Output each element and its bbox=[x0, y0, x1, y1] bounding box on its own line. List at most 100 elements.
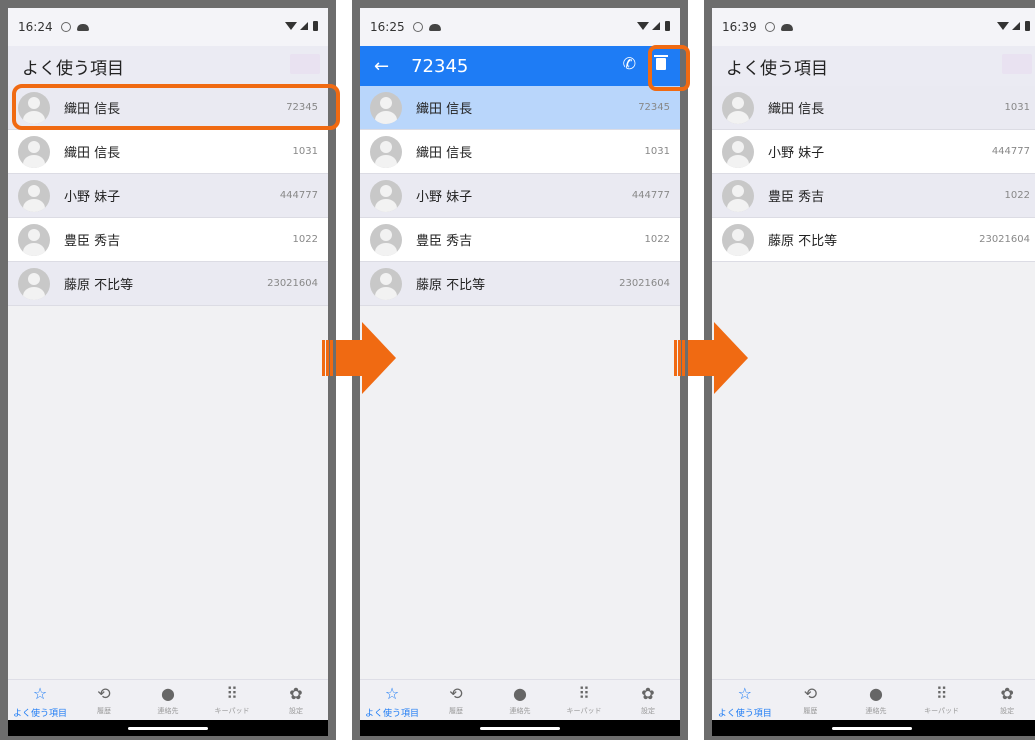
signal-icon bbox=[652, 22, 660, 30]
status-time: 16:25 bbox=[370, 20, 405, 34]
avatar-icon bbox=[722, 223, 754, 256]
favorite-row[interactable]: 藤原 不比等 23021604 bbox=[8, 262, 328, 306]
tab-history[interactable]: ⟲ 履歴 bbox=[424, 680, 488, 720]
tab-settings[interactable]: ✿ 設定 bbox=[974, 680, 1035, 720]
contact-name: 豊臣 秀吉 bbox=[416, 234, 473, 249]
avatar-icon bbox=[370, 267, 402, 300]
tab-contacts[interactable]: ● 連絡先 bbox=[488, 680, 552, 720]
tab-label: 設定 bbox=[289, 707, 303, 715]
home-gesture-handle[interactable] bbox=[128, 727, 208, 730]
favorite-row[interactable]: 織田 信長 1031 bbox=[8, 130, 328, 174]
contact-number: 1031 bbox=[644, 146, 670, 157]
favorite-row[interactable]: 藤原 不比等 23021604 bbox=[360, 262, 680, 306]
tab-contacts[interactable]: ● 連絡先 bbox=[136, 680, 200, 720]
battery-icon bbox=[665, 21, 670, 31]
favorite-row[interactable]: 小野 妹子 444777 bbox=[360, 174, 680, 218]
phone-icon[interactable]: ✆ bbox=[623, 54, 636, 73]
tab-label: 履歴 bbox=[449, 707, 463, 715]
tab-history[interactable]: ⟲ 履歴 bbox=[72, 680, 136, 720]
contact-name: 小野 妹子 bbox=[416, 190, 473, 205]
wifi-icon bbox=[997, 22, 1009, 30]
person-icon: ● bbox=[513, 684, 527, 703]
favorite-row[interactable]: 藤原 不比等 23021604 bbox=[712, 218, 1035, 262]
tab-label: キーパッド bbox=[214, 707, 250, 715]
dialpad-icon: ⠿ bbox=[935, 684, 948, 703]
tab-favorites[interactable]: ☆ よく使う項目 bbox=[8, 680, 72, 720]
avatar-icon bbox=[18, 223, 50, 256]
tab-settings[interactable]: ✿ 設定 bbox=[616, 680, 680, 720]
tab-favorites[interactable]: ☆ よく使う項目 bbox=[360, 680, 424, 720]
gear-icon: ✿ bbox=[1000, 684, 1014, 703]
back-arrow-icon[interactable]: ← bbox=[374, 56, 389, 77]
tab-contacts[interactable]: ● 連絡先 bbox=[843, 680, 909, 720]
gear-icon: ✿ bbox=[289, 684, 303, 703]
contact-number: 1031 bbox=[292, 146, 318, 157]
wifi-icon bbox=[637, 22, 649, 30]
avatar-icon bbox=[370, 91, 402, 124]
status-bar: 16:24 bbox=[8, 8, 328, 46]
page-header: よく使う項目 bbox=[8, 46, 328, 86]
notification-icon bbox=[60, 22, 71, 32]
favorite-row[interactable]: 織田 信長 1031 bbox=[360, 130, 680, 174]
favorite-row[interactable]: 小野 妹子 444777 bbox=[712, 130, 1035, 174]
tab-label: キーパッド bbox=[924, 707, 960, 715]
tab-label: 連絡先 bbox=[157, 707, 179, 715]
tab-label: よく使う項目 bbox=[717, 709, 772, 719]
favorite-row[interactable]: 豊臣 秀吉 1022 bbox=[712, 174, 1035, 218]
home-gesture-handle[interactable] bbox=[832, 727, 912, 730]
contact-number: 23021604 bbox=[267, 278, 318, 289]
star-icon: ☆ bbox=[737, 684, 752, 703]
notification-icon bbox=[764, 22, 775, 32]
tab-settings[interactable]: ✿ 設定 bbox=[264, 680, 328, 720]
star-icon: ☆ bbox=[384, 684, 400, 703]
favorite-row-selected[interactable]: 織田 信長 72345 bbox=[360, 86, 680, 130]
tab-label: 設定 bbox=[1000, 707, 1015, 715]
system-nav-bar bbox=[712, 720, 1035, 736]
avatar-icon bbox=[18, 135, 50, 168]
signal-icon bbox=[1012, 22, 1020, 30]
favorite-row[interactable]: 織田 信長 1031 bbox=[712, 86, 1035, 130]
selection-action-bar: ← 72345 ✆ bbox=[360, 46, 680, 86]
contact-name: 織田 信長 bbox=[416, 146, 473, 161]
page-title: よく使う項目 bbox=[22, 58, 124, 79]
system-nav-bar bbox=[360, 720, 680, 736]
battery-icon bbox=[1025, 21, 1030, 31]
contact-name: 織田 信長 bbox=[768, 102, 825, 117]
star-icon: ☆ bbox=[32, 684, 48, 703]
avatar-icon bbox=[722, 135, 754, 168]
tab-keypad[interactable]: ⠿ キーパッド bbox=[909, 680, 975, 720]
avatar-icon bbox=[370, 179, 402, 212]
favorite-row[interactable]: 豊臣 秀吉 1022 bbox=[8, 218, 328, 262]
contact-number: 1022 bbox=[644, 234, 670, 245]
contact-number: 23021604 bbox=[979, 234, 1030, 245]
favorite-row[interactable]: 豊臣 秀吉 1022 bbox=[360, 218, 680, 262]
tab-label: 履歴 bbox=[803, 707, 818, 715]
battery-icon bbox=[313, 21, 318, 31]
contact-number: 444777 bbox=[279, 190, 318, 201]
history-icon: ⟲ bbox=[97, 684, 111, 703]
bottom-tab-bar: ☆ よく使う項目 ⟲ 履歴 ● 連絡先 ⠿ キーパッド ✿ 設定 bbox=[8, 679, 328, 720]
step-arrow-icon bbox=[674, 322, 754, 394]
system-nav-bar bbox=[8, 720, 328, 736]
contact-number: 72345 bbox=[638, 102, 670, 113]
tab-history[interactable]: ⟲ 履歴 bbox=[778, 680, 844, 720]
avatar-icon bbox=[722, 179, 754, 212]
tab-favorites[interactable]: ☆ よく使う項目 bbox=[712, 680, 778, 720]
tab-keypad[interactable]: ⠿ キーパッド bbox=[200, 680, 264, 720]
phone-screen-2: 16:25 ← 72345 ✆ 織田 信長 72345 織田 信長 1031 小野 … bbox=[352, 0, 688, 740]
contact-number: 444777 bbox=[991, 146, 1030, 157]
contact-name: 藤原 不比等 bbox=[768, 234, 838, 249]
contact-number: 1022 bbox=[292, 234, 318, 245]
tab-label: よく使う項目 bbox=[364, 709, 419, 719]
highlight-delete-button bbox=[648, 45, 690, 91]
notification-icon bbox=[412, 22, 423, 32]
home-gesture-handle[interactable] bbox=[480, 727, 560, 730]
history-icon: ⟲ bbox=[449, 684, 463, 703]
status-time: 16:24 bbox=[18, 20, 53, 34]
favorite-row[interactable]: 小野 妹子 444777 bbox=[8, 174, 328, 218]
bottom-tab-bar: ☆ よく使う項目 ⟲ 履歴 ● 連絡先 ⠿ キーパッド ✿ 設定 bbox=[712, 679, 1035, 720]
contact-number: 444777 bbox=[631, 190, 670, 201]
history-icon: ⟲ bbox=[803, 684, 818, 703]
status-time: 16:39 bbox=[722, 20, 757, 34]
tab-keypad[interactable]: ⠿ キーパッド bbox=[552, 680, 616, 720]
